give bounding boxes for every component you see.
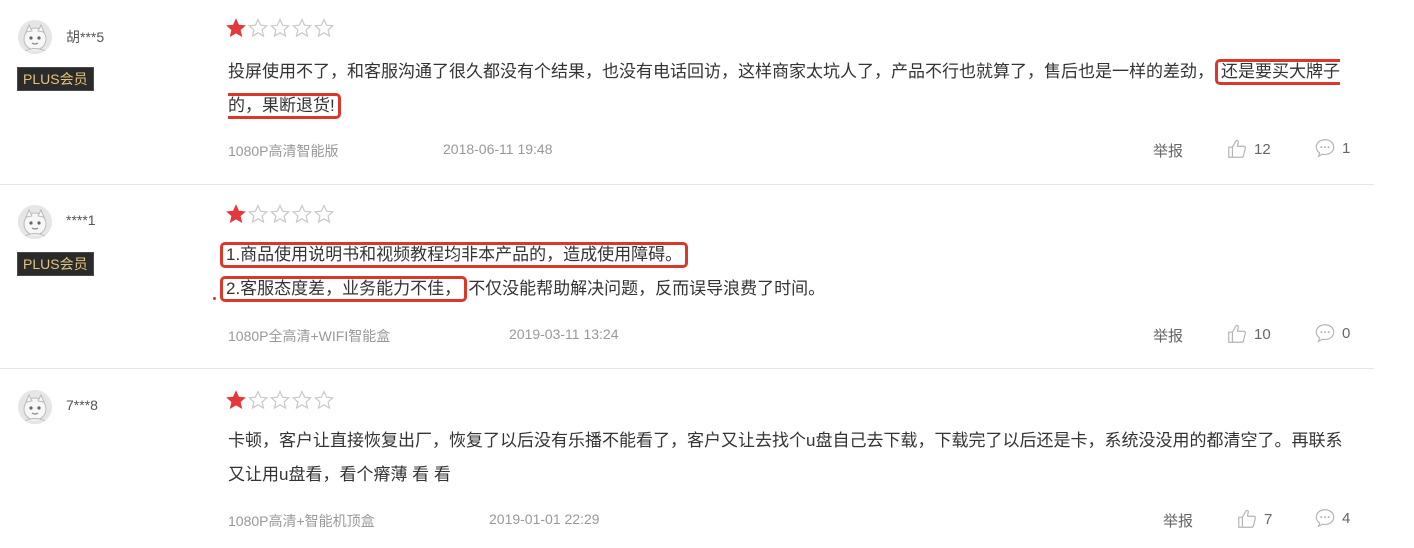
star-empty-icon xyxy=(314,18,334,37)
comment-icon xyxy=(1314,322,1336,344)
review-content: 卡顿，客户让直接恢复出厂，恢复了以后没有乐播不能看了，客户又让去找个u盘自己去下… xyxy=(228,431,1343,484)
star-empty-icon xyxy=(292,204,312,223)
report-link[interactable]: 举报 xyxy=(1153,140,1183,161)
reply-button[interactable]: 0 xyxy=(1314,322,1350,344)
review-content: 1.商品使用说明书和视频教程均非本产品的，造成使用障碍。 2.客服态度差，业务能… xyxy=(219,238,1339,306)
comment-icon xyxy=(1314,507,1336,529)
product-spec: 1080P高清+智能机顶盒 xyxy=(228,513,375,529)
review-item: ****1 PLUS会员 1.商品使用说明书和视频教程均非本产品的，造成使用障碍… xyxy=(0,185,1374,369)
like-count: 7 xyxy=(1264,510,1273,528)
review-item: 7***8 卡顿，客户让直接恢复出厂，恢复了以后没有乐播不能看了，客户又让去找个… xyxy=(0,369,1374,548)
star-empty-icon xyxy=(270,204,290,223)
review-text: 投屏使用不了，和客服沟通了很久都没有个结果，也没有电话回访，这样商家太坑人了，产… xyxy=(228,62,1214,81)
star-empty-icon xyxy=(292,390,312,409)
avatar[interactable] xyxy=(18,390,52,424)
review-date: 2018-06-11 19:48 xyxy=(443,141,553,157)
username[interactable]: 胡***5 xyxy=(66,27,104,47)
star-rating xyxy=(226,18,338,38)
star-empty-icon xyxy=(248,390,268,409)
star-empty-icon xyxy=(292,18,312,37)
reply-count: 1 xyxy=(1342,139,1351,157)
like-count: 12 xyxy=(1254,140,1271,158)
reply-button[interactable]: 4 xyxy=(1314,507,1350,529)
annotation-dot xyxy=(213,297,216,300)
plus-member-badge: PLUS会员 xyxy=(17,252,94,276)
star-empty-icon xyxy=(248,204,268,223)
username[interactable]: 7***8 xyxy=(66,397,98,413)
review-date: 2019-03-11 13:24 xyxy=(509,326,619,342)
star-filled-icon xyxy=(226,391,246,409)
avatar[interactable] xyxy=(18,20,52,54)
review-content: 投屏使用不了，和客服沟通了很久都没有个结果，也没有电话回访，这样商家太坑人了，产… xyxy=(228,55,1348,123)
thumbs-up-icon xyxy=(1226,323,1248,345)
star-empty-icon xyxy=(270,390,290,409)
reply-count: 0 xyxy=(1342,324,1351,342)
comment-icon xyxy=(1314,137,1336,159)
review-date: 2019-01-01 22:29 xyxy=(489,511,600,527)
review-list: 胡***5 PLUS会员 投屏使用不了，和客服沟通了很久都没有个结果，也没有电话… xyxy=(0,0,1414,548)
star-rating xyxy=(226,390,338,410)
star-empty-icon xyxy=(270,18,290,37)
star-empty-icon xyxy=(248,18,268,37)
star-filled-icon xyxy=(226,205,246,223)
plus-member-badge: PLUS会员 xyxy=(17,67,94,91)
product-spec: 1080P全高清+WIFI智能盒 xyxy=(228,328,391,344)
highlighted-text: 1.商品使用说明书和视频教程均非本产品的，造成使用障碍。 xyxy=(220,242,689,268)
avatar[interactable] xyxy=(18,205,52,239)
product-spec: 1080P高清智能版 xyxy=(228,143,339,159)
report-link[interactable]: 举报 xyxy=(1153,325,1183,346)
like-button[interactable]: 10 xyxy=(1226,323,1271,345)
like-count: 10 xyxy=(1254,325,1271,343)
reply-count: 4 xyxy=(1342,509,1351,527)
thumbs-up-icon xyxy=(1226,138,1248,160)
reply-button[interactable]: 1 xyxy=(1314,137,1350,159)
report-link[interactable]: 举报 xyxy=(1163,510,1193,531)
like-button[interactable]: 12 xyxy=(1226,138,1271,160)
star-empty-icon xyxy=(314,390,334,409)
star-rating xyxy=(226,204,338,224)
username[interactable]: ****1 xyxy=(66,212,96,228)
review-text: 不仅没能帮助解决问题，反而误导浪费了时间。 xyxy=(468,279,826,298)
star-filled-icon xyxy=(226,19,246,37)
review-item: 胡***5 PLUS会员 投屏使用不了，和客服沟通了很久都没有个结果，也没有电话… xyxy=(0,0,1374,185)
thumbs-up-icon xyxy=(1236,508,1258,530)
like-button[interactable]: 7 xyxy=(1236,508,1272,530)
star-empty-icon xyxy=(314,204,334,223)
highlighted-text: 2.客服态度差，业务能力不佳， xyxy=(220,276,468,302)
